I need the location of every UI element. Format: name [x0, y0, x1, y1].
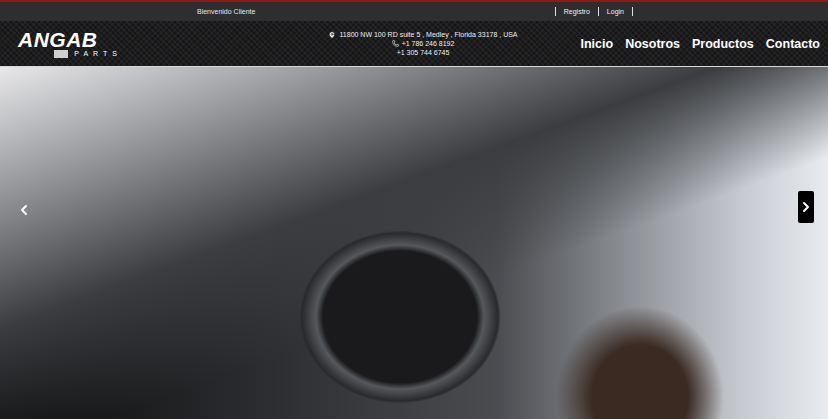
main-nav: Inicio Nosotros Productos Contacto	[580, 37, 820, 51]
top-bar: Bienvenido ClienteRegistroLogin	[0, 0, 828, 21]
prev-slide-button[interactable]	[16, 197, 32, 223]
nav-link[interactable]: Nosotros	[625, 37, 680, 51]
account-link[interactable]: Registro	[555, 7, 598, 16]
phone: +1 305 744 6745	[397, 48, 450, 57]
greeting: Bienvenido Cliente	[197, 8, 555, 15]
page: Bienvenido ClienteRegistroLoginANGABPART…	[0, 0, 828, 419]
contact-info: 11800 NW 100 RD suite 5 , Medley , Flori…	[333, 30, 513, 57]
logo-sub: PARTS	[54, 50, 122, 58]
nav-link[interactable]: Contacto	[766, 37, 820, 51]
account-link[interactable]: Login	[598, 7, 632, 16]
address: 11800 NW 100 RD suite 5 , Medley , Flori…	[328, 30, 517, 39]
map-pin-icon	[328, 31, 336, 39]
chevron-right-icon	[798, 199, 814, 215]
nav-link[interactable]: Inicio	[580, 37, 613, 51]
phone-icon	[392, 40, 399, 47]
header: ANGABPARTS 11800 NW 100 RD suite 5 , Medl…	[0, 21, 828, 67]
chevron-left-icon	[16, 201, 32, 219]
account-links: RegistroLogin	[555, 7, 633, 16]
logo[interactable]: ANGABPARTS	[18, 30, 118, 58]
logo-name: ANGAB	[18, 30, 118, 50]
nav-link[interactable]: Productos	[692, 37, 754, 51]
hero-photo	[0, 67, 828, 419]
next-slide-button[interactable]	[798, 191, 814, 223]
phone: +1 786 246 8192	[392, 39, 455, 48]
